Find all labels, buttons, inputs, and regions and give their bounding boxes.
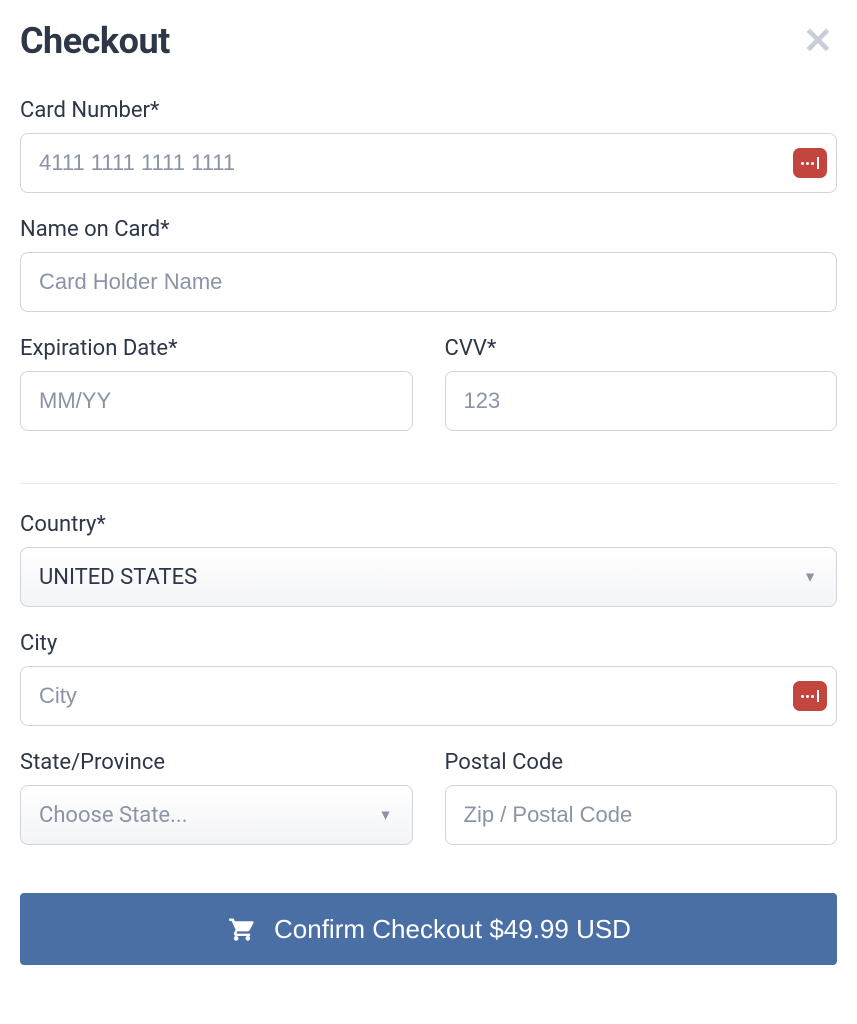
city-input[interactable] [20, 666, 837, 726]
cvv-group: CVV* [445, 336, 838, 431]
card-number-input[interactable] [20, 133, 837, 193]
expiration-label: Expiration Date* [20, 336, 413, 361]
expiration-input[interactable] [20, 371, 413, 431]
postal-input[interactable] [445, 785, 838, 845]
state-label: State/Province [20, 750, 413, 775]
page-title: Checkout [20, 20, 170, 62]
modal-header: Checkout ✕ [20, 20, 837, 62]
confirm-checkout-label: Confirm Checkout $49.99 USD [274, 914, 631, 945]
cvv-input[interactable] [445, 371, 838, 431]
section-divider [20, 483, 837, 484]
confirm-checkout-button[interactable]: Confirm Checkout $49.99 USD [20, 893, 837, 965]
state-select[interactable]: Choose State... [20, 785, 413, 845]
country-value: UNITED STATES [39, 565, 197, 590]
name-on-card-label: Name on Card* [20, 217, 837, 242]
cart-icon [226, 915, 258, 943]
card-number-group: Card Number* [20, 98, 837, 193]
autofill-icon[interactable] [793, 681, 827, 711]
state-group: State/Province Choose State... ▼ [20, 750, 413, 845]
name-on-card-group: Name on Card* [20, 217, 837, 312]
country-group: Country* UNITED STATES ▼ [20, 512, 837, 607]
close-icon[interactable]: ✕ [799, 23, 837, 59]
state-postal-row: State/Province Choose State... ▼ Postal … [20, 750, 837, 869]
city-label: City [20, 631, 837, 656]
country-select[interactable]: UNITED STATES [20, 547, 837, 607]
country-label: Country* [20, 512, 837, 537]
postal-group: Postal Code [445, 750, 838, 845]
postal-label: Postal Code [445, 750, 838, 775]
expiration-group: Expiration Date* [20, 336, 413, 431]
city-group: City [20, 631, 837, 726]
checkout-modal: Checkout ✕ Card Number* Name on Card* Ex… [0, 0, 857, 1005]
name-on-card-input[interactable] [20, 252, 837, 312]
state-placeholder: Choose State... [39, 803, 188, 828]
autofill-icon[interactable] [793, 148, 827, 178]
card-number-input-wrap [20, 133, 837, 193]
cvv-label: CVV* [445, 336, 838, 361]
card-number-label: Card Number* [20, 98, 837, 123]
exp-cvv-row: Expiration Date* CVV* [20, 336, 837, 455]
